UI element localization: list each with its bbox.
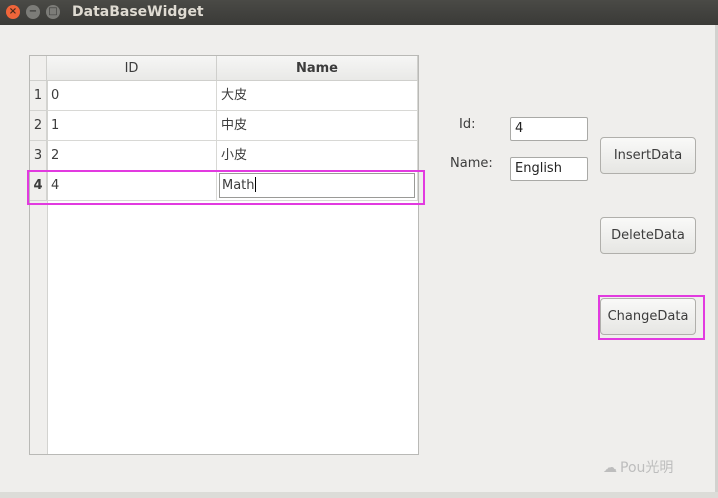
highlight-box-row [27, 170, 425, 205]
column-header-id[interactable]: ID [47, 56, 217, 81]
window-bottom-edge [0, 492, 718, 498]
cell-name[interactable]: 中皮 [217, 111, 418, 141]
name-label: Name: [450, 156, 493, 171]
minimize-icon[interactable]: − [26, 5, 40, 19]
table-row[interactable]: 2 1 中皮 [30, 111, 418, 141]
watermark: ☁ Pou光明 [600, 457, 673, 477]
table-row[interactable]: 1 0 大皮 [30, 81, 418, 111]
row-header[interactable]: 3 [30, 141, 47, 171]
name-input[interactable]: English [510, 157, 588, 181]
id-label: Id: [459, 117, 476, 132]
delete-data-button[interactable]: DeleteData [600, 217, 696, 254]
cell-name[interactable]: 小皮 [217, 141, 418, 171]
highlight-box-button [598, 295, 705, 340]
row-header[interactable]: 2 [30, 111, 47, 141]
cell-id[interactable]: 2 [47, 141, 217, 171]
maximize-icon[interactable]: □ [46, 5, 60, 19]
watermark-text: Pou光明 [620, 460, 674, 476]
id-input[interactable]: 4 [510, 117, 588, 141]
insert-data-button[interactable]: InsertData [600, 137, 696, 174]
row-header[interactable]: 1 [30, 81, 47, 111]
cell-id[interactable]: 0 [47, 81, 217, 111]
data-table[interactable]: ID Name 1 0 大皮 2 1 中皮 3 2 小皮 4 4 Math [29, 55, 419, 455]
title-bar: × − □ DataBaseWidget [0, 0, 718, 25]
close-icon[interactable]: × [6, 5, 20, 19]
wechat-icon: ☁ [603, 460, 617, 476]
window-title: DataBaseWidget [72, 4, 204, 20]
cell-id[interactable]: 1 [47, 111, 217, 141]
cell-name[interactable]: 大皮 [217, 81, 418, 111]
column-header-name[interactable]: Name [217, 56, 418, 81]
table-corner-button[interactable] [30, 56, 47, 81]
table-row[interactable]: 3 2 小皮 [30, 141, 418, 171]
